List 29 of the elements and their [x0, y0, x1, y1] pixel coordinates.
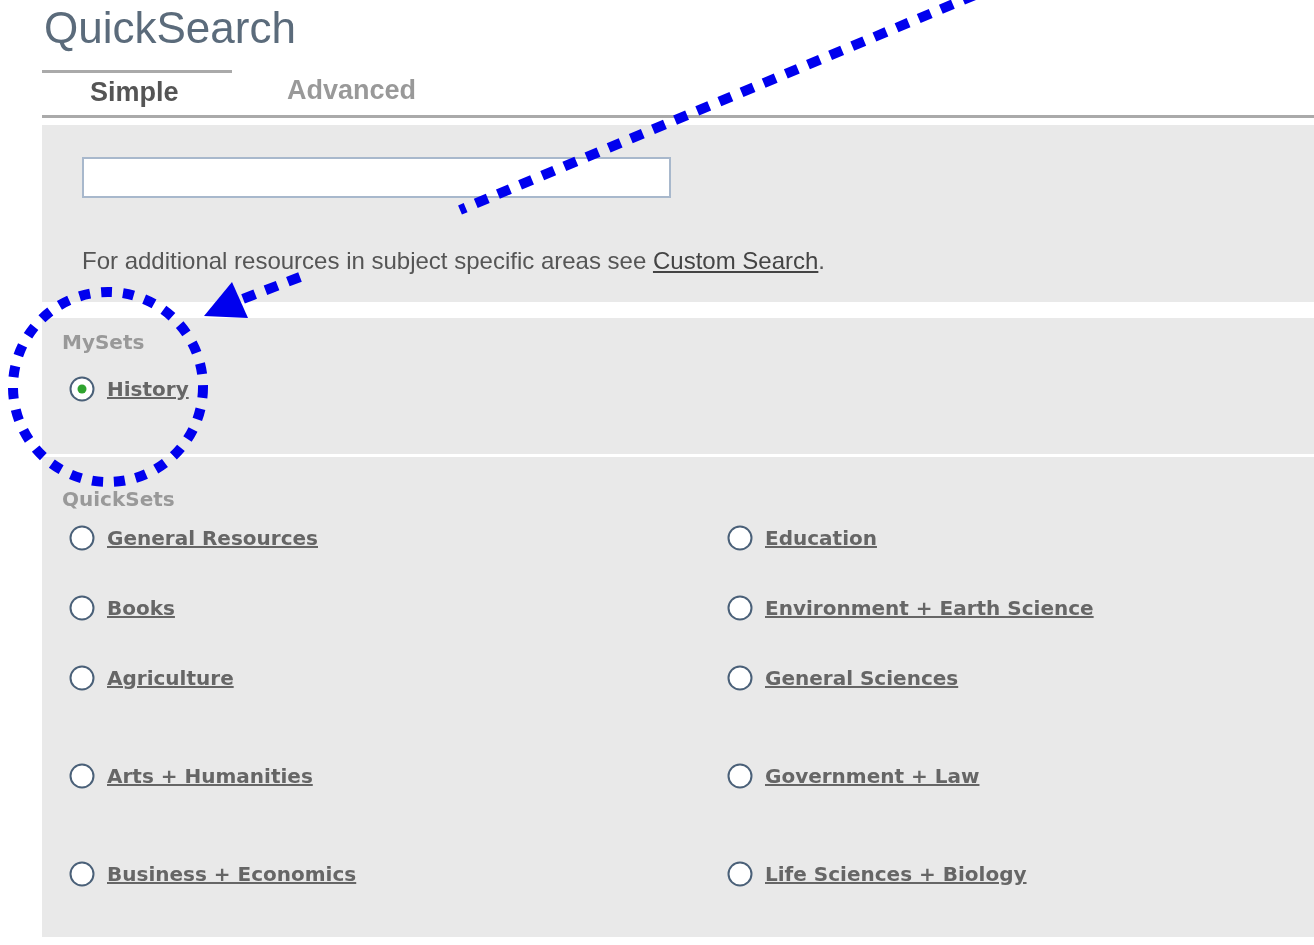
- radio-option[interactable]: General Resources: [62, 523, 318, 553]
- radio-option[interactable]: Business + Economics: [62, 859, 357, 889]
- radio-option[interactable]: Life Sciences + Biology: [720, 859, 1027, 889]
- search-field[interactable]: [82, 157, 671, 198]
- radio-option[interactable]: Agriculture: [62, 663, 234, 693]
- radio-option[interactable]: Books: [62, 593, 175, 623]
- radio-button[interactable]: [727, 595, 753, 621]
- radio-option[interactable]: Government + Law: [720, 761, 980, 791]
- tab[interactable]: Advanced: [287, 70, 417, 115]
- radio-button[interactable]: [727, 525, 753, 551]
- radio-button[interactable]: [69, 595, 95, 621]
- radio-button[interactable]: [69, 376, 95, 402]
- radio-button[interactable]: [69, 861, 95, 887]
- radio-option[interactable]: Arts + Humanities: [62, 761, 313, 791]
- radio-button[interactable]: [69, 763, 95, 789]
- radio-option[interactable]: Education: [720, 523, 877, 553]
- radio-button[interactable]: [69, 665, 95, 691]
- page-title: QuickSearch: [44, 4, 296, 52]
- radio-button[interactable]: [727, 861, 753, 887]
- radio-button[interactable]: [727, 665, 753, 691]
- section-heading: QuickSets: [62, 487, 175, 511]
- radio-button[interactable]: [727, 763, 753, 789]
- radio-option[interactable]: Environment + Earth Science: [720, 593, 1094, 623]
- custom-search-link[interactable]: Custom Search: [652, 247, 819, 274]
- radio-option[interactable]: General Sciences: [720, 663, 959, 693]
- radio-option[interactable]: History: [62, 374, 189, 404]
- radio-button[interactable]: [69, 525, 95, 551]
- help-text: For additional resources in subject specific areas see Custom Search.: [82, 246, 827, 276]
- section-heading: MySets: [62, 330, 145, 354]
